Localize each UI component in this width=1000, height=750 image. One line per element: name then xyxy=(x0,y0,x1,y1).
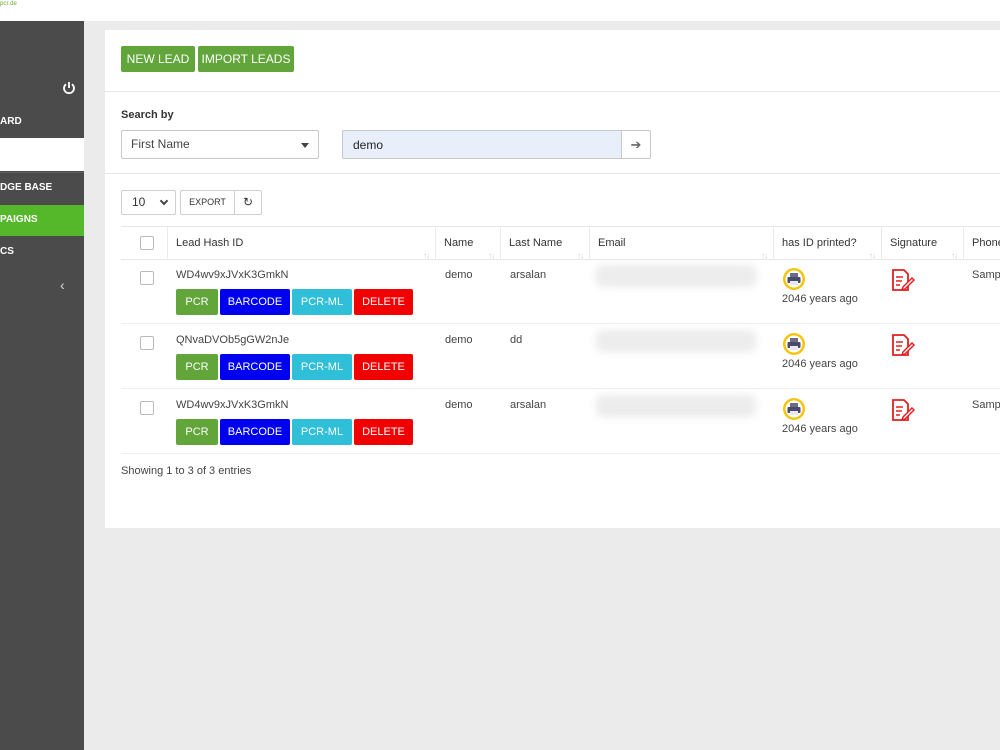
id-printed-time: 2046 years ago xyxy=(782,293,858,305)
import-leads-button[interactable]: IMPORT LEADS xyxy=(198,46,294,72)
sidebar-search-area[interactable] xyxy=(0,138,84,171)
page-length-select[interactable]: 10 xyxy=(121,190,176,215)
new-lead-button[interactable]: NEW LEAD xyxy=(121,46,195,72)
pcr-ml-button[interactable]: PCR-ML xyxy=(292,354,352,380)
pcr-ml-button[interactable]: PCR-ML xyxy=(292,289,352,315)
signature-icon[interactable] xyxy=(889,397,915,423)
printer-icon[interactable] xyxy=(782,267,806,291)
header-last-name[interactable]: Last Name ↑↓ xyxy=(501,227,590,260)
printer-icon[interactable] xyxy=(782,397,806,421)
sidebar-item-knowledge-base[interactable]: DGE BASE xyxy=(0,172,84,202)
lead-hash-id: WD4wv9xJVxK3GmkN xyxy=(176,399,289,411)
sidebar: ARD DGE BASE PAIGNS CS ‹ xyxy=(0,21,84,750)
lead-hash-id: WD4wv9xJVxK3GmkN xyxy=(176,269,289,281)
refresh-button[interactable]: ↻ xyxy=(234,190,262,215)
divider xyxy=(105,91,1000,92)
printer-icon[interactable] xyxy=(782,332,806,356)
caret-down-icon xyxy=(301,143,309,148)
search-field-value: First Name xyxy=(131,137,190,151)
id-printed-time: 2046 years ago xyxy=(782,423,858,435)
row-checkbox[interactable] xyxy=(140,271,154,285)
sort-icon: ↑↓ xyxy=(951,251,958,260)
table-row: WD4wv9xJVxK3GmkN PCR BARCODE PCR-ML DELE… xyxy=(121,260,1000,324)
lead-last-name: dd xyxy=(510,334,523,346)
delete-button[interactable]: DELETE xyxy=(354,419,413,445)
signature-icon[interactable] xyxy=(889,267,915,293)
divider xyxy=(105,173,1000,174)
chevron-down-icon xyxy=(159,196,169,206)
lead-phone: Samp xyxy=(972,269,1000,281)
lead-hash-id: QNvaDVOb5gGW2nJe xyxy=(176,334,290,346)
email-redacted xyxy=(596,265,756,287)
lead-last-name: arsalan xyxy=(510,399,547,411)
header-select-all xyxy=(121,227,168,260)
pcr-button[interactable]: PCR xyxy=(176,289,218,315)
select-all-checkbox[interactable] xyxy=(140,236,154,250)
table-header: Lead Hash ID ↑↓ Name ↑↓ Last Name ↑↓ Email ↑… xyxy=(121,226,1000,260)
sort-icon: ↑↓ xyxy=(577,251,584,260)
row-checkbox[interactable] xyxy=(140,336,154,350)
table-info: Showing 1 to 3 of 3 entries xyxy=(121,465,252,477)
id-printed-time: 2046 years ago xyxy=(782,358,858,370)
sidebar-item-dashboard[interactable]: ARD xyxy=(0,107,84,137)
barcode-button[interactable]: BARCODE xyxy=(220,354,290,380)
header-signature[interactable]: Signature ↑↓ xyxy=(882,227,964,260)
sidebar-item-statistics[interactable]: CS xyxy=(0,237,84,267)
power-icon[interactable] xyxy=(62,81,76,95)
signature-icon[interactable] xyxy=(889,332,915,358)
lead-name: demo xyxy=(445,399,473,411)
row-checkbox[interactable] xyxy=(140,401,154,415)
search-field-select[interactable]: First Name xyxy=(121,130,319,159)
brand-logo[interactable]: pcr.de xyxy=(0,1,17,7)
sidebar-item-campaigns[interactable]: PAIGNS xyxy=(0,205,84,236)
pcr-button[interactable]: PCR xyxy=(176,419,218,445)
barcode-button[interactable]: BARCODE xyxy=(220,419,290,445)
page-length-value: 10 xyxy=(132,195,146,209)
header-id-printed[interactable]: has ID printed? ↑↓ xyxy=(774,227,882,260)
lead-name: demo xyxy=(445,334,473,346)
table-row: WD4wv9xJVxK3GmkN PCR BARCODE PCR-ML DELE… xyxy=(121,390,1000,454)
email-redacted xyxy=(596,395,756,417)
email-redacted xyxy=(596,330,756,352)
header-lead-hash-id[interactable]: Lead Hash ID ↑↓ xyxy=(168,227,436,260)
header-phone[interactable]: Phone xyxy=(964,227,1000,260)
export-button[interactable]: EXPORT xyxy=(180,190,235,215)
sort-icon: ↑↓ xyxy=(869,251,876,260)
lead-last-name: arsalan xyxy=(510,269,547,281)
top-bar: pcr.de xyxy=(0,0,1000,21)
pcr-ml-button[interactable]: PCR-ML xyxy=(292,419,352,445)
sort-icon: ↑↓ xyxy=(488,251,495,260)
header-name[interactable]: Name ↑↓ xyxy=(436,227,501,260)
sort-icon: ↑↓ xyxy=(423,251,430,260)
lead-name: demo xyxy=(445,269,473,281)
barcode-button[interactable]: BARCODE xyxy=(220,289,290,315)
sort-icon: ↑↓ xyxy=(761,251,768,260)
header-email[interactable]: Email ↑↓ xyxy=(590,227,774,260)
delete-button[interactable]: DELETE xyxy=(354,289,413,315)
search-by-label: Search by xyxy=(121,109,174,121)
search-input[interactable] xyxy=(342,130,621,159)
leads-panel: NEW LEAD IMPORT LEADS Search by First Na… xyxy=(105,30,1000,528)
search-submit-button[interactable]: ➔ xyxy=(621,130,651,159)
collapse-sidebar-icon[interactable]: ‹ xyxy=(60,278,72,292)
lead-phone: Samp xyxy=(972,399,1000,411)
delete-button[interactable]: DELETE xyxy=(354,354,413,380)
table-row: QNvaDVOb5gGW2nJe PCR BARCODE PCR-ML DELE… xyxy=(121,325,1000,389)
pcr-button[interactable]: PCR xyxy=(176,354,218,380)
